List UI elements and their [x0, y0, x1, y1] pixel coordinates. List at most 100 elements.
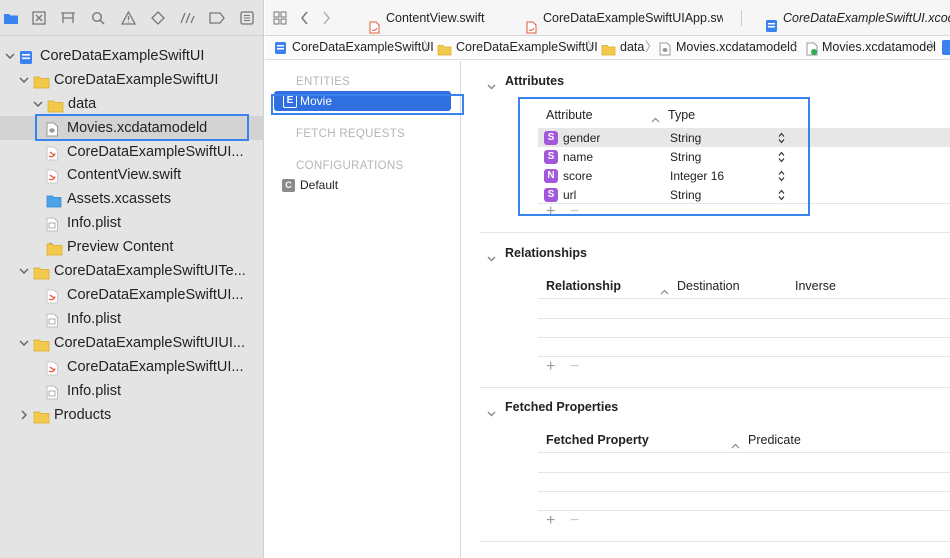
chevron-down-icon[interactable]	[18, 259, 30, 283]
tree-item[interactable]: CoreDataExampleSwiftUI...	[0, 355, 264, 379]
configuration-row-default[interactable]: C Default	[282, 177, 442, 195]
column-destination[interactable]: Destination	[677, 279, 740, 293]
chevron-down-icon[interactable]	[487, 249, 496, 267]
tree-item-label: CoreDataExampleSwiftUI	[40, 48, 205, 64]
breadcrumb-project[interactable]: CoreDataExampleSwiftUI	[292, 36, 434, 59]
chevron-right-icon: 〉	[423, 40, 436, 54]
tree-item-label: CoreDataExampleSwiftUI	[54, 72, 219, 88]
column-relationship[interactable]: Relationship	[546, 279, 621, 293]
project-navigator: CoreDataExampleSwiftUI CoreDataExampleSwi…	[0, 0, 264, 558]
tab-content-view[interactable]: ContentView.swift	[369, 0, 519, 36]
chevron-right-icon: 〉	[587, 40, 600, 54]
breadcrumb-datamodel[interactable]: Movies.xcdatamodel	[822, 36, 936, 59]
symbol-navigator-icon[interactable]	[59, 9, 77, 27]
tree-item-label: CoreDataExampleSwiftUIUI...	[54, 335, 245, 351]
chevron-right-icon: 〉	[645, 40, 658, 54]
tab-divider	[741, 10, 742, 26]
folder-icon	[46, 240, 63, 256]
tree-item[interactable]: Info.plist	[0, 211, 264, 235]
tree-item[interactable]: CoreDataExampleSwiftUIUI...	[0, 331, 264, 355]
chevron-down-icon[interactable]	[18, 68, 30, 92]
editor-tab-bar: ContentView.swift CoreDataExampleSwiftUI…	[265, 0, 950, 36]
folder-icon	[47, 97, 64, 113]
breadcrumb-datamodeld[interactable]: Movies.xcdatamodeld	[676, 36, 797, 59]
chevron-down-icon[interactable]	[487, 404, 496, 422]
tree-item[interactable]: data	[0, 92, 264, 116]
tab-app-swift[interactable]: CoreDataExampleSwiftUIApp.swift	[524, 0, 754, 36]
add-relationship-button[interactable]: +	[546, 358, 555, 376]
back-arrow-icon[interactable]	[300, 11, 309, 30]
jump-bar: CoreDataExampleSwiftUI 〉 CoreDataExample…	[265, 36, 950, 60]
section-divider	[480, 541, 950, 542]
tree-item-label: Assets.xcassets	[67, 191, 171, 207]
tree-item[interactable]: CoreDataExampleSwiftUI	[0, 68, 264, 92]
chevron-down-icon[interactable]	[487, 77, 496, 95]
forward-arrow-icon[interactable]	[322, 11, 331, 30]
configurations-header: CONFIGURATIONS	[296, 160, 404, 172]
tree-item[interactable]: CoreDataExampleSwiftUITe...	[0, 259, 264, 283]
entities-header: ENTITIES	[296, 76, 351, 88]
section-divider	[480, 232, 950, 233]
tree-item-label: Products	[54, 407, 112, 423]
source-control-icon[interactable]	[30, 9, 48, 27]
swift-file-icon	[526, 12, 537, 36]
fetch-requests-header: FETCH REQUESTS	[296, 128, 405, 140]
chevron-down-icon[interactable]	[32, 92, 44, 116]
add-fetched-property-button[interactable]: +	[546, 512, 555, 530]
column-predicate[interactable]: Predicate	[748, 433, 801, 447]
divider	[538, 491, 950, 492]
remove-relationship-button[interactable]: −	[570, 358, 579, 376]
tree-item[interactable]: Info.plist	[0, 307, 264, 331]
column-fetched-property[interactable]: Fetched Property	[546, 433, 649, 447]
test-navigator-icon[interactable]	[149, 9, 167, 27]
entity-icon	[942, 40, 950, 55]
entity-pane: ENTITIES E Movie FETCH REQUESTS CONFIGUR…	[265, 61, 461, 558]
tab-label: CoreDataExampleSwiftUIApp.swift	[543, 11, 723, 25]
find-navigator-icon[interactable]	[89, 9, 107, 27]
folder-icon	[33, 336, 50, 352]
grid-icon[interactable]	[273, 11, 287, 30]
tree-item[interactable]: Preview Content	[0, 235, 264, 259]
tree-item[interactable]: Info.plist	[0, 379, 264, 403]
divider	[538, 356, 950, 357]
tab-label: CoreDataExampleSwiftUI.xcodeproj	[783, 11, 950, 25]
highlight-box	[35, 114, 249, 141]
highlight-box	[271, 94, 464, 115]
remove-fetched-property-button[interactable]: −	[570, 512, 579, 530]
chevron-right-icon: 〉	[929, 40, 942, 54]
tree-item[interactable]: CoreDataExampleSwiftUI...	[0, 283, 264, 307]
breakpoint-navigator-icon[interactable]	[208, 9, 226, 27]
tree-item[interactable]: CoreDataExampleSwiftUI	[0, 44, 264, 68]
debug-navigator-icon[interactable]	[178, 9, 196, 27]
plist-file-icon	[46, 216, 62, 232]
tree-item[interactable]: Assets.xcassets	[0, 187, 264, 211]
tree-item-label: Info.plist	[67, 215, 121, 231]
tree-item-label: Info.plist	[67, 383, 121, 399]
chevron-down-icon[interactable]	[18, 331, 30, 355]
chevron-right-icon: 〉	[792, 40, 805, 54]
tab-xcodeproj[interactable]: CoreDataExampleSwiftUI.xcodeproj	[765, 0, 950, 36]
breadcrumb-group[interactable]: CoreDataExampleSwiftUI	[456, 36, 598, 59]
issue-navigator-icon[interactable]	[119, 9, 137, 27]
breadcrumb-data[interactable]: data	[620, 36, 644, 59]
tree-item-label: CoreDataExampleSwiftUI...	[67, 144, 244, 160]
relationships-title: Relationships	[505, 246, 587, 260]
tree-item-label: Preview Content	[67, 239, 174, 255]
attributes-title: Attributes	[505, 74, 565, 88]
divider	[538, 452, 950, 453]
highlight-box	[518, 97, 810, 216]
divider	[538, 510, 950, 511]
chevron-down-icon[interactable]	[4, 44, 16, 68]
folder-navigator-icon[interactable]	[2, 9, 20, 27]
tree-item[interactable]: CoreDataExampleSwiftUI...	[0, 140, 264, 164]
tree-item-label: CoreDataExampleSwiftUITe...	[54, 263, 246, 279]
tree-item[interactable]: Products	[0, 403, 264, 427]
folder-icon	[33, 408, 50, 424]
tree-item-label: data	[68, 96, 97, 112]
column-inverse[interactable]: Inverse	[795, 279, 836, 293]
tree-item[interactable]: ContentView.swift	[0, 163, 264, 187]
configuration-label: Default	[300, 178, 339, 192]
swift-file-icon	[46, 168, 62, 184]
chevron-right-icon[interactable]	[18, 403, 30, 427]
report-navigator-icon[interactable]	[238, 9, 256, 27]
